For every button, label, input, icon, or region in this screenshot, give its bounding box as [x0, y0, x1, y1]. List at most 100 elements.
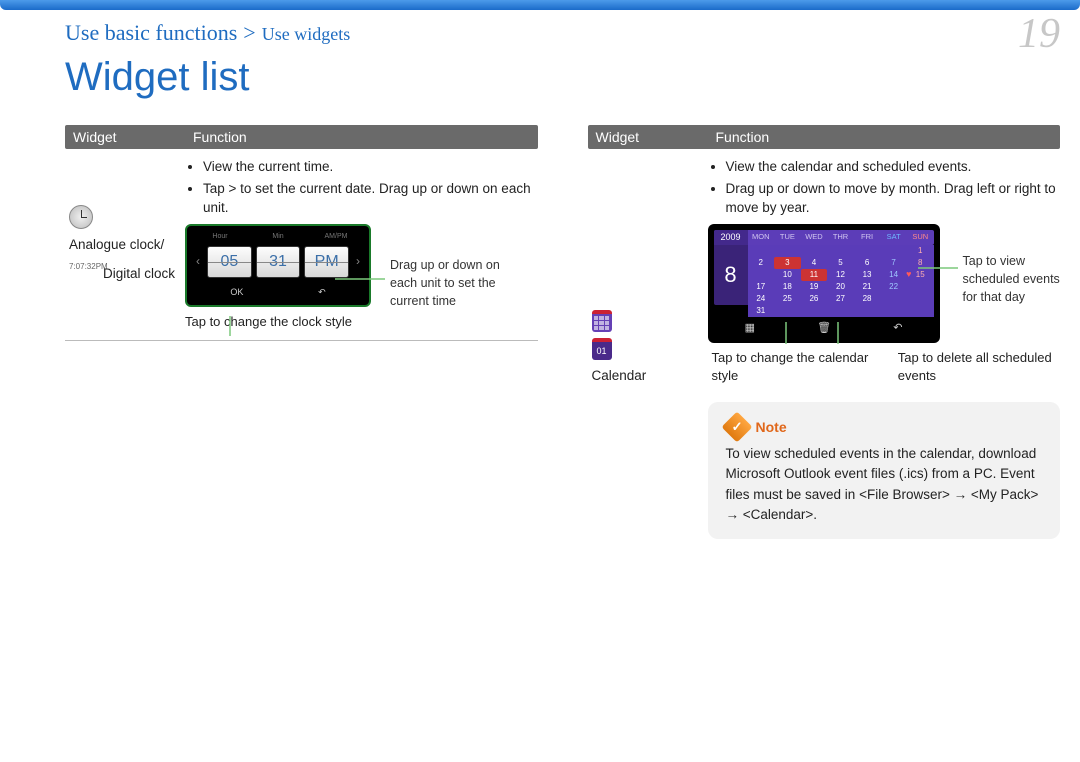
calendar-delete-icon: 🗑 — [817, 321, 831, 337]
cal-cell: 6 — [854, 257, 881, 269]
cal-day-header: MON — [748, 230, 775, 245]
calendar-function-cell: View the calendar and scheduled events. … — [708, 157, 1061, 539]
cal-cell: 11 — [801, 269, 828, 281]
cal-cell — [907, 281, 934, 293]
cal-cell — [774, 305, 801, 317]
cal-day-header: SUN — [907, 230, 934, 245]
chevron-left-icon: ‹ — [193, 253, 203, 270]
cal-cell — [774, 245, 801, 257]
cal-cell: 18 — [774, 281, 801, 293]
calendar-month-icon — [592, 310, 612, 332]
right-column: Widget Function 01 Calendar View the cal… — [588, 125, 1061, 547]
ok-label: OK — [230, 286, 243, 299]
clock-tap-caption: Tap to change the clock style — [185, 313, 538, 332]
calendar-function-list: View the calendar and scheduled events. … — [708, 157, 1061, 218]
cal-cell — [854, 305, 881, 317]
cal-cell — [880, 293, 907, 305]
clock-widget-cell: Analogue clock/ 7:07:32PM Digital clock — [65, 157, 185, 332]
cal-big-day: 8 — [714, 245, 748, 305]
breadcrumb-section: Use basic functions — [65, 20, 237, 46]
ampm-tile: PM — [304, 246, 349, 278]
cal-cell — [827, 305, 854, 317]
note-title: Note — [756, 417, 787, 437]
calendar-day-icon: 01 — [592, 338, 612, 360]
table-header: Widget Function — [65, 125, 538, 149]
content-area: Widget Function Analogue clock/ 7:07:32P… — [65, 125, 1060, 547]
header-function: Function — [185, 125, 538, 149]
calendar-back-icon: ↶ — [893, 321, 902, 337]
cal-cell: 24 — [748, 293, 775, 305]
cal-cell: 27 — [827, 293, 854, 305]
cal-cell — [801, 245, 828, 257]
cal-cell: 10 — [774, 269, 801, 281]
label-ampm: AM/PM — [309, 232, 363, 242]
cal-cell: 25 — [774, 293, 801, 305]
calendar-caption-left: Tap to change the calendar style — [712, 349, 874, 387]
clock-device-screenshot: Hour Min AM/PM ‹ 05 31 PM › — [185, 224, 371, 307]
cal-cell — [880, 305, 907, 317]
cal-cell: 13 — [854, 269, 881, 281]
back-icon: ↶ — [318, 286, 326, 299]
label-hour: Hour — [193, 232, 247, 242]
note-body: To view scheduled events in the calendar… — [726, 444, 1043, 525]
page-number: 19 — [1018, 10, 1060, 58]
table-header: Widget Function — [588, 125, 1061, 149]
header-widget: Widget — [65, 125, 185, 149]
cal-cell: 2 — [748, 257, 775, 269]
left-column: Widget Function Analogue clock/ 7:07:32P… — [65, 125, 538, 547]
cal-bullet-1: View the calendar and scheduled events. — [726, 157, 1061, 177]
cal-cell: 28 — [854, 293, 881, 305]
page-title: Widget list — [65, 55, 250, 100]
cal-cell — [854, 245, 881, 257]
cal-cell: 19 — [801, 281, 828, 293]
cal-cell: 20 — [827, 281, 854, 293]
cal-year: 2009 — [714, 230, 748, 245]
cal-cell: 21 — [854, 281, 881, 293]
chevron-right-icon: › — [353, 253, 363, 270]
cal-cell — [801, 305, 828, 317]
min-tile: 31 — [256, 246, 301, 278]
breadcrumb-page: Use widgets — [262, 24, 351, 45]
calendar-callout-right: Tap to view scheduled events for that da… — [963, 252, 1073, 306]
cal-cell: 5 — [827, 257, 854, 269]
cal-cell — [880, 245, 907, 257]
clock-function-cell: View the current time. Tap > to set the … — [185, 157, 538, 332]
page-top-band — [0, 0, 1080, 10]
calendar-device-screenshot: 2009 MONTUEWEDTHRFRISATSUN 8 12345678101… — [708, 224, 940, 343]
cal-cell — [748, 245, 775, 257]
cal-cell — [907, 305, 934, 317]
clock-bullet-2: Tap > to set the current date. Drag up o… — [203, 179, 538, 218]
widget-table-left: Widget Function Analogue clock/ 7:07:32P… — [65, 125, 538, 341]
breadcrumb-separator: > — [243, 20, 255, 46]
analogue-clock-icon — [69, 205, 93, 229]
cal-cell: 3 — [774, 257, 801, 269]
calendar-caption-right: Tap to delete all scheduled events — [898, 349, 1060, 387]
digital-clock-icon: 7:07:32PM — [69, 261, 108, 273]
clock-bullet-1: View the current time. — [203, 157, 538, 177]
cal-cell: 4 — [801, 257, 828, 269]
cal-cell: 1 — [907, 245, 934, 257]
cal-day-header: TUE — [774, 230, 801, 245]
calendar-widget-name: Calendar — [592, 366, 647, 386]
event-marker-icon: ♥ — [906, 268, 911, 281]
cal-cell — [907, 293, 934, 305]
cal-cell: 22 — [880, 281, 907, 293]
cal-cell: 12 — [827, 269, 854, 281]
cal-bullet-2: Drag up or down to move by month. Drag l… — [726, 179, 1061, 218]
widget-table-right: Widget Function 01 Calendar View the cal… — [588, 125, 1061, 547]
cal-day-header: SAT — [880, 230, 907, 245]
cal-cell — [827, 245, 854, 257]
hour-tile: 05 — [207, 246, 252, 278]
calendar-row: 01 Calendar View the calendar and schedu… — [588, 149, 1061, 547]
breadcrumb: Use basic functions > Use widgets — [65, 20, 1060, 46]
label-min: Min — [251, 232, 305, 242]
widget-name-line1: Analogue clock/ — [69, 235, 164, 255]
cal-cell: 26 — [801, 293, 828, 305]
calendar-widget-cell: 01 Calendar — [588, 157, 708, 539]
cal-cell: 31 — [748, 305, 775, 317]
clock-function-list: View the current time. Tap > to set the … — [185, 157, 538, 218]
cal-day-header: THR — [827, 230, 854, 245]
cal-day-header: FRI — [854, 230, 881, 245]
cal-day-header: WED — [801, 230, 828, 245]
cal-day-headers: MONTUEWEDTHRFRISATSUN — [748, 230, 934, 245]
